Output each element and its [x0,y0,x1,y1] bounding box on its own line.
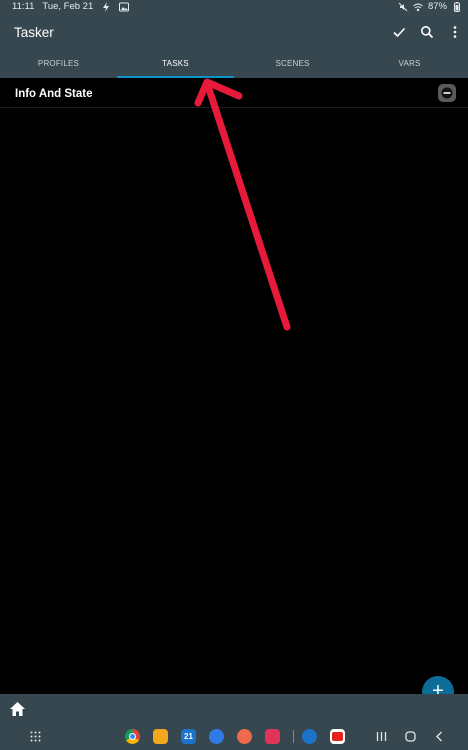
mute-icon [398,2,408,11]
app-title: Tasker [14,25,54,40]
tab-bar: PROFILES TASKS SCENES VARS [0,52,468,78]
status-time: 11:11 [12,1,35,12]
more-vert-icon[interactable] [448,25,462,39]
recents-icon[interactable] [375,730,388,743]
status-bar: 11:11 Tue, Feb 21 87% [0,0,468,14]
wifi-icon [413,3,423,11]
tab-scenes[interactable]: SCENES [234,52,351,78]
home-icon[interactable] [9,701,26,717]
back-icon[interactable] [433,730,446,743]
calendar-day: 21 [184,732,193,741]
camera-icon[interactable] [265,729,280,744]
app-drawer-icon[interactable] [30,731,41,742]
image-icon [119,2,130,11]
tab-vars[interactable]: VARS [351,52,468,78]
battery-percent: 87% [427,1,447,12]
task-status-icon[interactable] [438,84,456,102]
status-date: Tue, Feb 21 [42,1,94,12]
files-icon[interactable] [153,729,168,744]
battery-icon [454,1,460,12]
contacts-icon[interactable] [237,729,252,744]
dock-separator [293,730,294,743]
tab-tasks[interactable]: TASKS [117,52,234,78]
youtube-icon[interactable] [330,729,345,744]
annotation-arrow [194,78,291,331]
tab-profiles[interactable]: PROFILES [0,52,117,78]
system-nav-bar: 21 [0,724,468,750]
app-bar: Tasker [0,14,468,52]
task-name: Info And State [15,88,93,100]
search-icon[interactable] [420,25,434,39]
bottom-bar [0,694,468,724]
flash-icon [103,1,110,12]
check-icon[interactable] [392,25,406,39]
chrome-icon[interactable] [125,729,140,744]
task-row[interactable]: Info And State [0,80,468,108]
home-nav-icon[interactable] [404,730,417,743]
calendar-icon[interactable]: 21 [181,729,196,744]
tasker-icon[interactable] [302,729,317,744]
messages-icon[interactable] [209,729,224,744]
